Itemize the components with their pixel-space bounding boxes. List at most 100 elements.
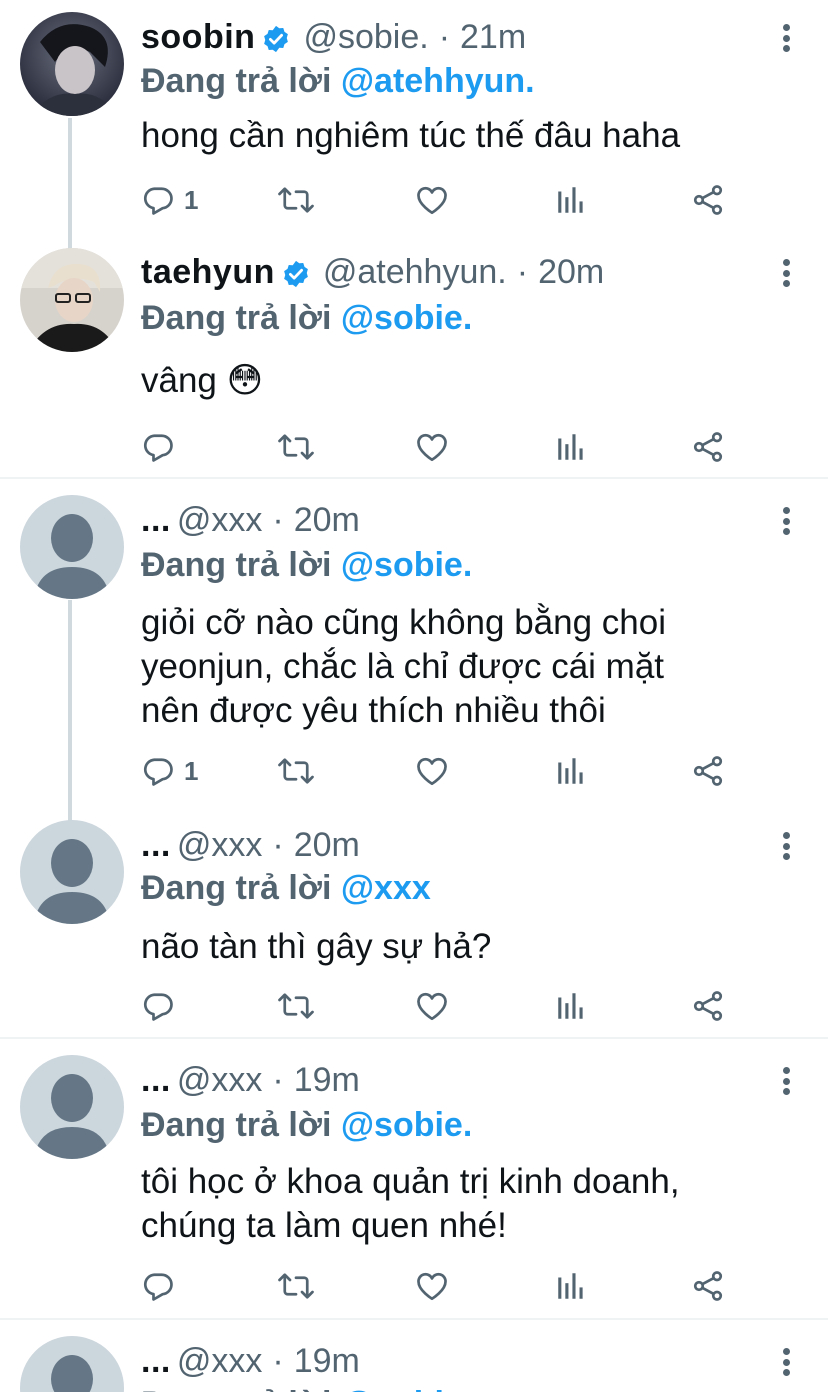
avatar[interactable] bbox=[20, 248, 124, 352]
reply-icon bbox=[140, 1268, 176, 1304]
reply-thread-feed: soobin @sobie. · 21m Đang trả lời @atehhyun.… bbox=[0, 0, 828, 1392]
views-button[interactable] bbox=[554, 1266, 588, 1306]
share-button[interactable] bbox=[690, 180, 726, 220]
tweet-actions bbox=[0, 1266, 828, 1306]
views-button[interactable] bbox=[554, 180, 588, 220]
share-button[interactable] bbox=[690, 1266, 726, 1306]
tweet-text: vâng 😳 bbox=[141, 361, 264, 400]
like-icon bbox=[414, 1268, 450, 1304]
timestamp[interactable]: 21m bbox=[460, 16, 526, 58]
replying-to: Đang trả lời @sobie. bbox=[141, 543, 472, 587]
retweet-button[interactable] bbox=[276, 751, 316, 791]
reply-button[interactable] bbox=[140, 986, 176, 1026]
display-name[interactable]: ... bbox=[141, 1340, 171, 1382]
reply-button[interactable] bbox=[140, 427, 176, 467]
reply-icon bbox=[140, 753, 176, 789]
timestamp[interactable]: 19m bbox=[294, 1059, 360, 1101]
reply-button[interactable]: 1 bbox=[140, 180, 198, 220]
timestamp[interactable]: 20m bbox=[294, 499, 360, 541]
like-button[interactable] bbox=[414, 751, 450, 791]
replying-to-handle[interactable]: @sobie. bbox=[341, 1385, 472, 1392]
retweet-icon bbox=[276, 753, 316, 789]
replying-to-label: Đang trả lời bbox=[141, 546, 332, 584]
user-handle[interactable]: @atehhyun. bbox=[323, 251, 507, 293]
more-options-icon[interactable] bbox=[774, 1061, 798, 1101]
views-button[interactable] bbox=[554, 751, 588, 791]
more-options-icon[interactable] bbox=[774, 18, 798, 58]
replying-to: Đang trả lời @atehhyun. bbox=[141, 59, 535, 103]
like-button[interactable] bbox=[414, 180, 450, 220]
replying-to-handle[interactable]: @sobie. bbox=[341, 546, 472, 584]
replying-to-label: Đang trả lời bbox=[141, 1385, 331, 1392]
share-icon bbox=[690, 182, 726, 218]
tweet-text: hong cần nghiêm túc thế đâu haha bbox=[141, 116, 681, 155]
avatar[interactable] bbox=[20, 1336, 124, 1392]
display-name[interactable]: ... bbox=[141, 824, 171, 866]
more-options-icon[interactable] bbox=[774, 1342, 798, 1382]
more-options-icon[interactable] bbox=[774, 501, 798, 541]
views-icon bbox=[554, 429, 588, 465]
avatar[interactable] bbox=[20, 1055, 124, 1159]
replying-to-handle[interactable]: @sobie. bbox=[341, 299, 472, 337]
tweet-actions bbox=[0, 986, 828, 1026]
replying-to-label: Đang trả lời bbox=[141, 1106, 332, 1144]
retweet-icon bbox=[276, 1268, 316, 1304]
like-button[interactable] bbox=[414, 1266, 450, 1306]
views-button[interactable] bbox=[554, 427, 588, 467]
timestamp[interactable]: 20m bbox=[538, 251, 604, 293]
replying-to-handle[interactable]: @atehhyun. bbox=[341, 62, 535, 100]
tweet-actions: 1 bbox=[0, 180, 828, 220]
avatar[interactable] bbox=[20, 820, 124, 924]
tweet-text: tôi học ở khoa quản trị kinh doanh, chún… bbox=[141, 1162, 680, 1245]
separator-dot: · bbox=[438, 18, 451, 56]
like-button[interactable] bbox=[414, 427, 450, 467]
replying-to: Đang trả lời @sobie. bbox=[141, 1103, 472, 1147]
user-handle[interactable]: @sobie. bbox=[303, 16, 428, 58]
reply-button[interactable] bbox=[140, 1266, 176, 1306]
retweet-button[interactable] bbox=[276, 1266, 316, 1306]
timestamp[interactable]: 20m bbox=[294, 824, 360, 866]
replying-to: Đang trả lời @sobie. bbox=[141, 296, 472, 340]
display-name[interactable]: ... bbox=[141, 1059, 171, 1101]
reply-icon bbox=[140, 988, 176, 1024]
share-button[interactable] bbox=[690, 751, 726, 791]
display-name[interactable]: ... bbox=[141, 499, 171, 541]
display-name[interactable]: taehyun bbox=[141, 251, 275, 293]
like-icon bbox=[414, 182, 450, 218]
like-icon bbox=[414, 429, 450, 465]
user-handle[interactable]: @xxx bbox=[177, 1059, 263, 1101]
replying-to-label: Đang trả lời bbox=[141, 62, 332, 100]
avatar[interactable] bbox=[20, 12, 124, 116]
tweet-divider bbox=[0, 1037, 828, 1039]
display-name[interactable]: soobin bbox=[141, 16, 255, 58]
separator-dot: · bbox=[272, 501, 284, 539]
separator-dot: · bbox=[516, 253, 529, 291]
replying-to-handle[interactable]: @sobie. bbox=[341, 1106, 472, 1144]
share-button[interactable] bbox=[690, 427, 726, 467]
user-handle[interactable]: @xxx bbox=[177, 499, 263, 541]
share-icon bbox=[690, 988, 726, 1024]
retweet-icon bbox=[276, 988, 316, 1024]
share-button[interactable] bbox=[690, 986, 726, 1026]
views-button[interactable] bbox=[554, 986, 588, 1026]
separator-dot: · bbox=[272, 1342, 284, 1380]
more-options-icon[interactable] bbox=[774, 826, 798, 866]
user-handle[interactable]: @xxx bbox=[177, 824, 263, 866]
reply-button[interactable]: 1 bbox=[140, 751, 198, 791]
replying-to-handle[interactable]: @xxx bbox=[341, 869, 431, 907]
retweet-button[interactable] bbox=[276, 427, 316, 467]
user-handle[interactable]: @xxx bbox=[177, 1340, 263, 1382]
views-icon bbox=[554, 988, 588, 1024]
retweet-button[interactable] bbox=[276, 986, 316, 1026]
more-options-icon[interactable] bbox=[774, 253, 798, 293]
share-icon bbox=[690, 753, 726, 789]
like-button[interactable] bbox=[414, 986, 450, 1026]
tweet-header: ... @xxx · 20m bbox=[141, 499, 360, 541]
tweet-text: não tàn thì gây sự hả? bbox=[141, 927, 492, 966]
avatar[interactable] bbox=[20, 495, 124, 599]
retweet-button[interactable] bbox=[276, 180, 316, 220]
timestamp[interactable]: 19m bbox=[294, 1340, 360, 1382]
tweet-actions bbox=[0, 427, 828, 467]
retweet-icon bbox=[276, 429, 316, 465]
tweet-header: ... @xxx · 19m bbox=[141, 1059, 360, 1101]
